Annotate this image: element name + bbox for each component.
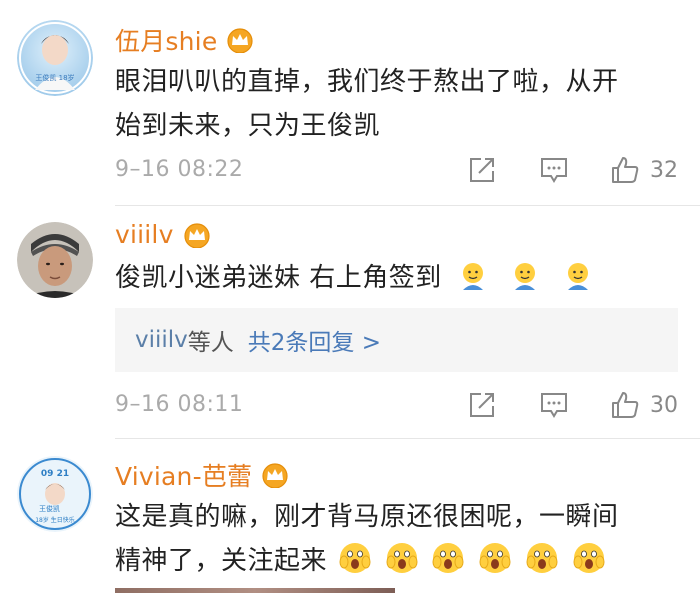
comment-button[interactable] xyxy=(539,153,569,187)
scared-emoji-icon xyxy=(478,541,512,575)
comment-text-line: 精神了，关注起来 xyxy=(115,546,328,576)
like-count: 32 xyxy=(650,157,678,183)
scared-emoji-icon xyxy=(525,541,559,575)
view-replies-link[interactable]: 共2条回复 > xyxy=(248,323,381,357)
replies-preview[interactable]: viiilv 等人 共2条回复 > xyxy=(115,308,678,372)
comment-item: 09 21 王俊凯 18岁 生日快乐 Vivian-芭蕾 这是真的嘛，刚才背马原… xyxy=(0,439,700,593)
like-button[interactable]: 32 xyxy=(610,153,678,187)
scared-emoji-icon xyxy=(572,541,606,575)
emoji-icon xyxy=(562,260,594,292)
comment-text-line: 俊凯小迷弟迷妹 右上角签到 xyxy=(115,263,442,293)
attached-image[interactable] xyxy=(115,588,395,593)
like-icon xyxy=(612,157,639,183)
comment-text-line: 眼泪叭叭的直掉，我们终于熬出了啦，从开 xyxy=(115,67,619,97)
comment-text: 这是真的嘛，刚才背马原还很困呢，一瞬间 精神了，关注起来 xyxy=(115,495,660,583)
comment-meta: 9–16 08:11 30 xyxy=(115,388,700,422)
comment-meta: 9–16 08:22 32 xyxy=(115,153,700,187)
like-icon xyxy=(612,392,639,418)
timestamp: 9–16 08:11 xyxy=(115,392,244,417)
comment-icon xyxy=(541,393,567,418)
reply-suffix: 等人 xyxy=(187,330,234,356)
comment-icon xyxy=(541,158,567,183)
comment-item: viiilv 俊凯小迷弟迷妹 右上角签到 viiilv 等人 共2条回复 > 9… xyxy=(0,206,700,438)
username[interactable]: Vivian-芭蕾 xyxy=(115,457,252,493)
emoji-icon xyxy=(509,260,541,292)
share-button[interactable] xyxy=(467,153,497,187)
avatar-text: 王俊凯 18岁 xyxy=(35,73,74,82)
share-button[interactable] xyxy=(467,388,497,422)
comment-text-line: 这是真的嘛，刚才背马原还很困呢，一瞬间 xyxy=(115,502,619,532)
avatar-text: 王俊凯 xyxy=(39,504,60,513)
scared-emoji-icon xyxy=(431,541,465,575)
name-row: viiilv xyxy=(115,220,212,249)
avatar[interactable]: 09 21 王俊凯 18岁 生日快乐 xyxy=(17,456,93,532)
scared-emoji-icon xyxy=(338,541,372,575)
crown-badge-icon[interactable] xyxy=(225,27,255,54)
comment-button[interactable] xyxy=(539,388,569,422)
share-icon xyxy=(470,158,494,182)
username[interactable]: 伍月shie xyxy=(115,22,217,58)
emoji-icon xyxy=(457,260,489,292)
avatar-text: 18岁 生日快乐 xyxy=(35,516,75,524)
crown-badge-icon[interactable] xyxy=(260,462,290,489)
name-row: 伍月shie xyxy=(115,22,255,58)
comment-text-line: 始到未来，只为王俊凯 xyxy=(115,111,381,141)
like-button[interactable]: 30 xyxy=(610,388,678,422)
avatar-text: 09 21 xyxy=(41,469,69,479)
avatar[interactable] xyxy=(17,222,93,298)
name-row: Vivian-芭蕾 xyxy=(115,457,290,493)
comment-text-line-with-emoji: 精神了，关注起来 xyxy=(115,539,660,583)
crown-badge-icon[interactable] xyxy=(182,222,212,249)
reply-usernames[interactable]: viiilv xyxy=(135,327,188,353)
comment-text: 俊凯小迷弟迷妹 右上角签到 xyxy=(115,256,660,300)
comment-item: 王俊凯 18岁 伍月shie 眼泪叭叭的直掉，我们终于熬出了啦，从开 始到未来，… xyxy=(0,0,700,205)
comment-text: 眼泪叭叭的直掉，我们终于熬出了啦，从开 始到未来，只为王俊凯 xyxy=(115,60,660,148)
scared-emoji-icon xyxy=(385,541,419,575)
like-count: 30 xyxy=(650,392,678,418)
timestamp: 9–16 08:22 xyxy=(115,157,244,182)
share-icon xyxy=(470,393,494,417)
username[interactable]: viiilv xyxy=(115,220,174,249)
avatar[interactable]: 王俊凯 18岁 xyxy=(17,20,93,96)
